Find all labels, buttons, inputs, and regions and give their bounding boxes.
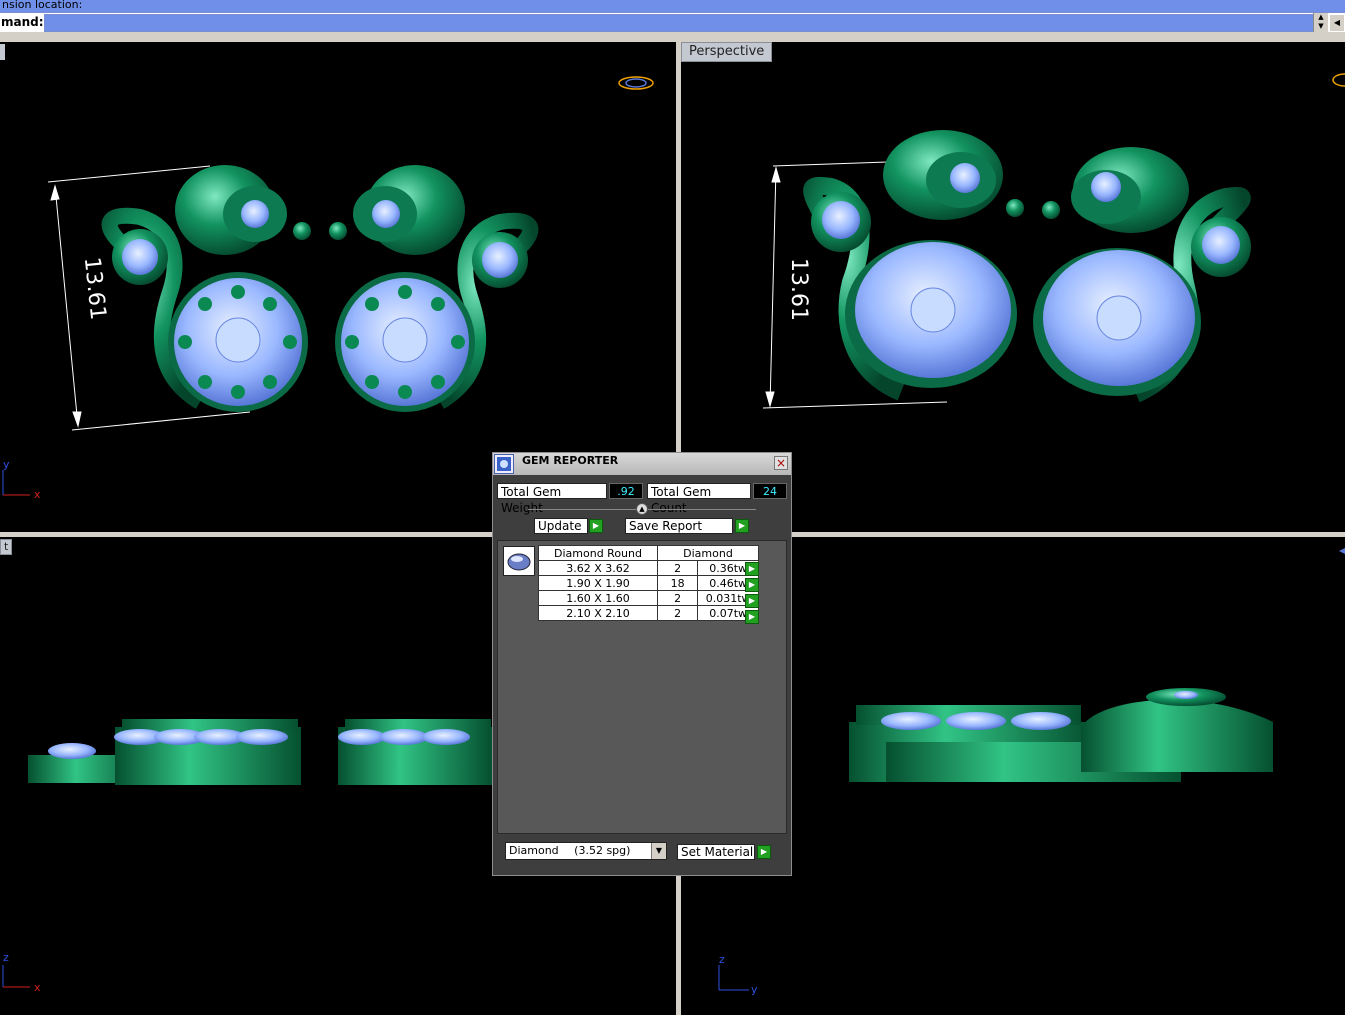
row-select-icon[interactable]: ▶ <box>745 562 759 576</box>
earring-left <box>101 165 311 412</box>
axis-indicator <box>718 965 749 991</box>
set-material-go-icon[interactable]: ▶ <box>757 845 771 859</box>
total-weight-value: .92 <box>609 483 643 499</box>
axis-z-label: z <box>3 951 9 964</box>
axis-indicator <box>2 470 30 496</box>
command-row: mand: ▲ ▼ ◀ <box>0 12 1345 34</box>
header-shape: Diamond Round <box>538 545 658 561</box>
axis-z-label: z <box>719 953 725 966</box>
gem-count: 18 <box>656 575 699 591</box>
material-density: (3.52 spg) <box>574 844 631 857</box>
front-earring-right <box>338 719 492 785</box>
table-header-row: Diamond Round Diamond <box>538 545 759 561</box>
earring-left-3d <box>803 130 1024 401</box>
gem-reporter-titlebar[interactable]: GEM REPORTER × <box>493 453 791 475</box>
gem-reporter-title: GEM REPORTER <box>522 454 619 467</box>
set-material-button[interactable]: Set Material <box>677 844 755 860</box>
header-material: Diamond <box>657 545 759 561</box>
update-go-icon[interactable]: ▶ <box>589 519 603 533</box>
axis-x-label: x <box>34 488 41 501</box>
gem-reporter-logo-icon <box>494 454 514 474</box>
save-report-go-icon[interactable]: ▶ <box>735 519 749 533</box>
gem-count: 2 <box>656 560 699 576</box>
update-button[interactable]: Update <box>534 518 588 534</box>
command-scrollbar[interactable]: ▲ ▼ <box>1313 13 1328 33</box>
earring-right-3d <box>1033 147 1251 403</box>
total-count-value: 24 <box>753 483 787 499</box>
table-row[interactable]: 2.10 X 2.10 2 0.07tw <box>538 605 759 621</box>
collapse-icon[interactable]: ▲ <box>636 503 648 515</box>
dimension-value-perspective: 13.61 <box>785 258 811 321</box>
gem-reporter-window[interactable]: GEM REPORTER × Total Gem Weight .92 Tota… <box>492 452 792 876</box>
save-report-button[interactable]: Save Report <box>625 518 733 534</box>
axis-y-label: y <box>751 983 758 996</box>
axis-indicator <box>2 965 30 988</box>
row-select-icon[interactable]: ▶ <box>745 610 759 624</box>
table-row[interactable]: 3.62 X 3.62 2 0.36tw <box>538 560 759 576</box>
round-diamond-icon <box>503 546 535 576</box>
gem-count: 2 <box>656 605 699 621</box>
chevron-down-icon[interactable]: ▼ <box>651 843 666 859</box>
command-history: nsion location: <box>0 0 1345 12</box>
command-label: mand: <box>1 15 44 29</box>
table-row[interactable]: 1.90 X 1.90 18 0.46tw <box>538 575 759 591</box>
scroll-down-icon[interactable]: ▼ <box>1314 22 1328 31</box>
collapse-arrow-icon[interactable]: ◀ <box>1330 15 1344 31</box>
row-select-icon[interactable]: ▶ <box>745 578 759 592</box>
earring-right <box>329 165 539 412</box>
row-select-icon[interactable]: ▶ <box>745 594 759 608</box>
close-icon[interactable]: × <box>774 456 788 470</box>
scroll-marker-icon <box>1339 548 1345 554</box>
total-weight-label: Total Gem Weight <box>497 483 607 515</box>
gem-list-panel: Diamond Round Diamond 3.62 X 3.62 2 0.36… <box>497 540 787 834</box>
axis-y-label: y <box>3 458 10 471</box>
gem-table: Diamond Round Diamond 3.62 X 3.62 2 0.36… <box>538 545 759 621</box>
front-earring-left <box>28 719 301 785</box>
scroll-up-icon[interactable]: ▲ <box>1314 13 1328 22</box>
view-cube-icon <box>1332 73 1345 87</box>
gem-size: 1.60 X 1.60 <box>538 590 658 606</box>
material-select[interactable]: Diamond (3.52 spg) ▼ <box>505 842 667 860</box>
gem-count: 2 <box>656 590 699 606</box>
axis-x-label: x <box>34 981 41 994</box>
gem-size: 1.90 X 1.90 <box>538 575 658 591</box>
table-row[interactable]: 1.60 X 1.60 2 0.031tw <box>538 590 759 606</box>
total-count-label: Total Gem Count <box>647 483 751 515</box>
gem-size: 3.62 X 3.62 <box>538 560 658 576</box>
material-name: Diamond <box>509 844 559 857</box>
view-cube-icon <box>618 76 654 90</box>
viewport-frame <box>0 32 1345 42</box>
side-earring <box>849 688 1273 782</box>
command-input[interactable] <box>44 14 1314 32</box>
gem-size: 2.10 X 2.10 <box>538 605 658 621</box>
